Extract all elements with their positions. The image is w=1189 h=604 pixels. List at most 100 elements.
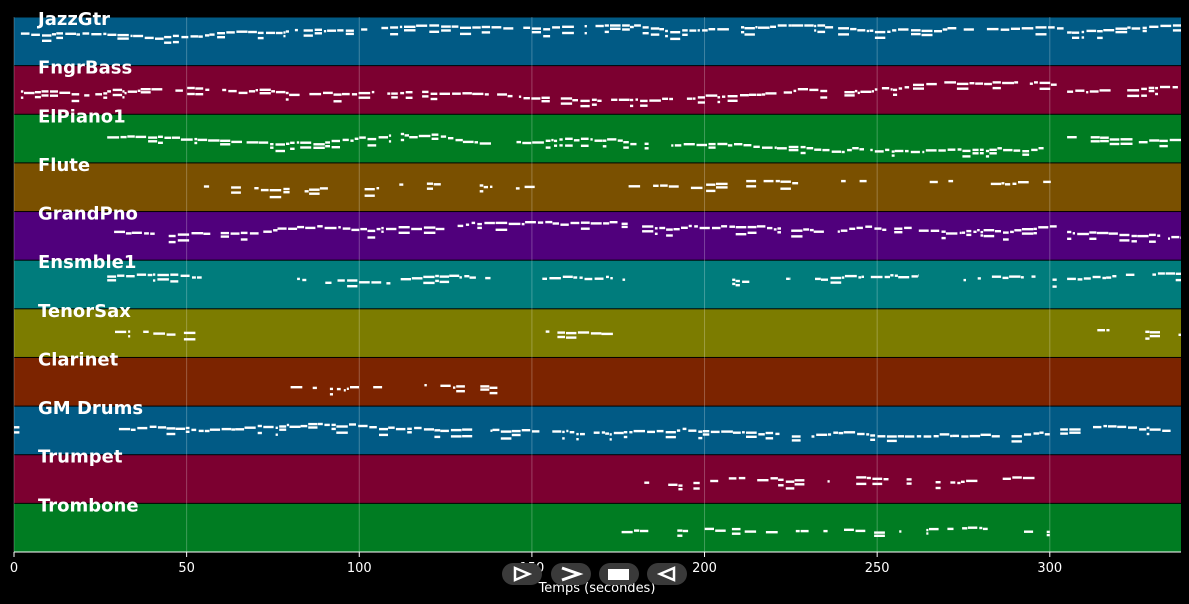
note [325,145,330,148]
note [740,94,749,97]
note [1112,275,1117,278]
note [313,146,325,149]
note [1083,277,1091,280]
note [490,429,493,432]
note [1075,89,1085,92]
note [692,97,696,100]
note [792,182,799,185]
note [746,435,757,438]
note [891,150,895,153]
note [827,480,830,483]
note [388,134,392,137]
note [381,26,389,30]
note [1142,29,1147,33]
note [1022,150,1030,153]
note [140,88,151,91]
note [197,276,202,279]
note [847,148,852,152]
note [660,184,668,187]
stop-button[interactable] [599,563,639,585]
playback-controls [502,563,688,587]
note [290,147,295,150]
note [1141,87,1147,91]
x-tick-label: 100 [347,561,372,576]
rewind-button[interactable] [647,563,687,585]
note [788,24,792,27]
note [602,139,607,142]
note [477,222,482,226]
note [180,274,190,277]
note [238,91,248,95]
note [706,183,716,186]
note [630,104,634,108]
note [565,144,573,147]
note [837,230,840,233]
note [654,232,658,235]
note [168,234,176,238]
note [507,94,513,98]
note [305,226,316,230]
note [175,89,183,92]
note [562,31,574,35]
note [545,220,553,224]
note [1039,431,1044,434]
note [717,100,721,104]
note [131,231,142,234]
note [56,36,63,40]
note [1149,233,1156,237]
note [708,28,716,31]
note [756,93,762,96]
note [309,192,320,195]
note [898,276,910,279]
play-button[interactable] [502,563,542,585]
note [269,189,282,192]
note [440,384,451,387]
note [185,426,190,430]
note [1149,331,1160,334]
stop-icon [608,569,629,580]
note [644,142,649,145]
note [870,434,876,437]
note [997,147,1002,150]
note [1022,153,1030,156]
note [721,430,733,433]
note [831,150,841,153]
note [890,88,893,91]
note [231,428,236,431]
note [1180,236,1181,239]
note [1086,29,1097,33]
note [205,34,210,37]
note [710,430,720,434]
note [746,185,757,188]
note [155,37,164,40]
note [418,134,431,138]
note [941,230,946,233]
note [972,152,979,155]
note [378,136,388,139]
note [336,425,348,428]
note [735,284,740,287]
note [765,531,778,534]
note [324,423,330,427]
fast-forward-button[interactable] [551,563,591,585]
note [191,232,204,235]
note [697,101,705,104]
note [967,526,978,529]
note [594,139,603,142]
note [872,477,883,480]
note [1034,81,1038,84]
note [490,185,493,188]
note [989,152,997,155]
note [866,29,869,33]
note [689,29,697,32]
note [1119,233,1130,237]
note [800,151,806,155]
note [457,224,464,228]
note [662,97,669,100]
note [456,390,465,393]
note [367,144,377,147]
note [602,145,607,148]
note [874,150,884,153]
note [1146,432,1150,436]
note [1172,24,1181,27]
